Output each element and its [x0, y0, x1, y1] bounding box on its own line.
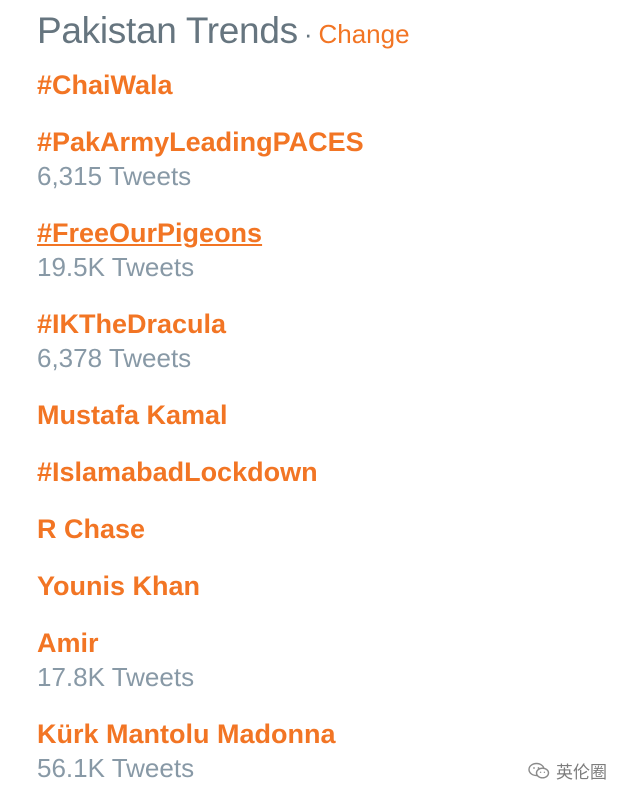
trend-item[interactable]: Amir 17.8K Tweets	[37, 626, 597, 694]
trend-tweet-count: 19.5K Tweets	[37, 252, 195, 282]
trend-name[interactable]: R Chase	[37, 512, 597, 546]
wechat-icon	[528, 762, 550, 779]
trend-name[interactable]: Mustafa Kamal	[37, 398, 597, 432]
trends-title: Pakistan Trends	[37, 10, 298, 51]
trend-name[interactable]: #FreeOurPigeons	[37, 216, 597, 250]
trend-name[interactable]: #IslamabadLockdown	[37, 455, 597, 489]
trend-tweet-count: 6,378 Tweets	[37, 343, 192, 373]
trend-tweet-count: 17.8K Tweets	[37, 662, 195, 692]
trend-name[interactable]: #IKTheDracula	[37, 307, 597, 341]
trend-item[interactable]: R Chase	[37, 512, 597, 546]
title-separator: ·	[303, 19, 313, 49]
change-location-link[interactable]: Change	[318, 19, 409, 49]
watermark-text: 英伦圈	[556, 763, 607, 783]
trend-item[interactable]: Mustafa Kamal	[37, 398, 597, 432]
trend-item[interactable]: #PakArmyLeadingPACES 6,315 Tweets	[37, 125, 597, 193]
trend-name[interactable]: Younis Khan	[37, 569, 597, 603]
trend-name[interactable]: Amir	[37, 626, 597, 660]
trend-tweet-count: 56.1K Tweets	[37, 753, 195, 783]
trend-item[interactable]: Younis Khan	[37, 569, 597, 603]
trend-item[interactable]: #ChaiWala	[37, 68, 597, 102]
watermark: 英伦圈	[528, 758, 607, 783]
trends-panel: Pakistan Trends · Change #ChaiWala #PakArm…	[0, 0, 625, 805]
trend-item[interactable]: Kürk Mantolu Madonna 56.1K Tweets	[37, 717, 597, 785]
trend-item[interactable]: #FreeOurPigeons 19.5K Tweets	[37, 216, 597, 284]
trend-name[interactable]: #ChaiWala	[37, 68, 597, 102]
trend-item[interactable]: #IslamabadLockdown	[37, 455, 597, 489]
trends-header: Pakistan Trends · Change	[37, 10, 410, 52]
trend-tweet-count: 6,315 Tweets	[37, 161, 192, 191]
trend-item[interactable]: #IKTheDracula 6,378 Tweets	[37, 307, 597, 375]
trend-name[interactable]: #PakArmyLeadingPACES	[37, 125, 597, 159]
trend-name[interactable]: Kürk Mantolu Madonna	[37, 717, 597, 751]
